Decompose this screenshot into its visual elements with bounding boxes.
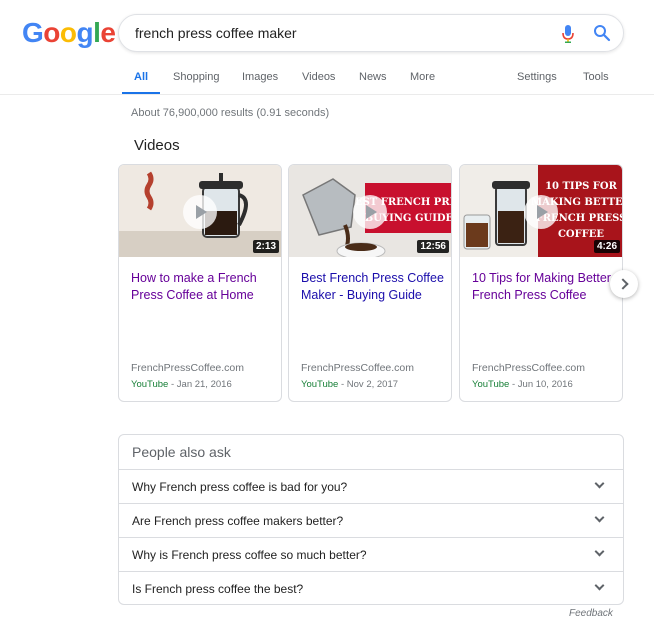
paa-question[interactable]: Is French press coffee the best? xyxy=(119,571,623,604)
logo-letter: o xyxy=(43,17,60,48)
logo-letter: g xyxy=(76,17,94,48)
chevron-down-icon[interactable] xyxy=(594,512,605,523)
carousel-next-button[interactable] xyxy=(610,270,638,298)
video-platform: YouTube xyxy=(301,379,339,390)
play-icon[interactable] xyxy=(524,195,558,229)
logo-letter: G xyxy=(22,17,44,48)
search-box[interactable]: french press coffee maker xyxy=(118,14,624,52)
paa-question[interactable]: Are French press coffee makers better? xyxy=(119,503,623,537)
feedback-link[interactable]: Feedback xyxy=(569,608,613,619)
paa-question[interactable]: Why is French press coffee so much bette… xyxy=(119,537,623,571)
chevron-down-icon[interactable] xyxy=(594,478,605,489)
video-thumbnail[interactable]: 2:13 xyxy=(119,165,281,257)
paa-question-text: Is French press coffee the best? xyxy=(132,582,304,596)
paa-question[interactable]: Why French press coffee is bad for you? xyxy=(119,469,623,503)
video-duration: 4:26 xyxy=(593,240,620,253)
tab-settings[interactable]: Settings xyxy=(517,71,557,83)
video-source: FrenchPressCoffee.com xyxy=(301,362,415,374)
search-icon[interactable] xyxy=(593,24,611,42)
logo-letter: o xyxy=(59,17,77,48)
paa-question-text: Why is French press coffee so much bette… xyxy=(132,548,367,562)
people-also-ask: People also ask Why French press coffee … xyxy=(118,434,624,605)
result-stats: About 76,900,000 results (0.91 seconds) xyxy=(131,107,330,119)
video-platform: YouTube xyxy=(131,379,169,390)
play-icon[interactable] xyxy=(183,195,217,229)
google-logo[interactable]: Google xyxy=(22,17,116,49)
videos-heading: Videos xyxy=(134,137,180,154)
tab-shopping[interactable]: Shopping xyxy=(173,71,220,83)
video-platform: YouTube xyxy=(472,379,510,390)
video-card[interactable]: 2:13 How to make a French Press Coffee a… xyxy=(118,164,282,402)
mic-icon[interactable] xyxy=(561,24,575,44)
tab-all[interactable]: All xyxy=(134,71,148,83)
thumbnail-text: 10 TIPS FOR xyxy=(545,181,618,192)
logo-letter: e xyxy=(100,17,116,48)
video-date: - Jun 10, 2016 xyxy=(509,379,573,390)
video-date: - Nov 2, 2017 xyxy=(338,379,399,390)
video-duration: 12:56 xyxy=(417,240,449,253)
tabs-divider xyxy=(0,94,654,95)
video-meta: YouTube - Jun 10, 2016 xyxy=(472,379,573,390)
paa-heading: People also ask xyxy=(132,444,231,460)
video-card[interactable]: BEST FRENCH PRESS BUYING GUIDE 12:56 Bes… xyxy=(288,164,452,402)
video-meta: YouTube - Nov 2, 2017 xyxy=(301,379,398,390)
tab-videos[interactable]: Videos xyxy=(302,71,335,83)
search-input[interactable]: french press coffee maker xyxy=(135,25,297,41)
paa-question-text: Are French press coffee makers better? xyxy=(132,514,344,528)
logo-letter: l xyxy=(93,17,101,48)
tab-more[interactable]: More xyxy=(410,71,435,83)
thumbnail-text: COFFEE xyxy=(558,229,604,240)
search-tabs: All Shopping Images Videos News More Set… xyxy=(0,64,654,95)
paa-question-text: Why French press coffee is bad for you? xyxy=(132,480,348,494)
video-title-link[interactable]: 10 Tips for Making Better French Press C… xyxy=(472,270,616,304)
video-source: FrenchPressCoffee.com xyxy=(131,362,245,374)
video-title-link[interactable]: How to make a French Press Coffee at Hom… xyxy=(131,270,275,304)
chevron-down-icon[interactable] xyxy=(594,546,605,557)
play-icon[interactable] xyxy=(353,195,387,229)
tab-tools[interactable]: Tools xyxy=(583,71,609,83)
video-duration: 2:13 xyxy=(252,240,279,253)
tab-news[interactable]: News xyxy=(359,71,387,83)
video-card[interactable]: 10 TIPS FOR MAKING BETTER FRENCH PRESS C… xyxy=(459,164,623,402)
tab-images[interactable]: Images xyxy=(242,71,278,83)
video-date: - Jan 21, 2016 xyxy=(168,379,232,390)
video-meta: YouTube - Jan 21, 2016 xyxy=(131,379,232,390)
video-thumbnail[interactable]: BEST FRENCH PRESS BUYING GUIDE 12:56 xyxy=(289,165,451,257)
video-source: FrenchPressCoffee.com xyxy=(472,362,586,374)
chevron-down-icon[interactable] xyxy=(594,580,605,591)
video-thumbnail[interactable]: 10 TIPS FOR MAKING BETTER FRENCH PRESS C… xyxy=(460,165,622,257)
video-title-link[interactable]: Best French Press Coffee Maker - Buying … xyxy=(301,270,445,304)
